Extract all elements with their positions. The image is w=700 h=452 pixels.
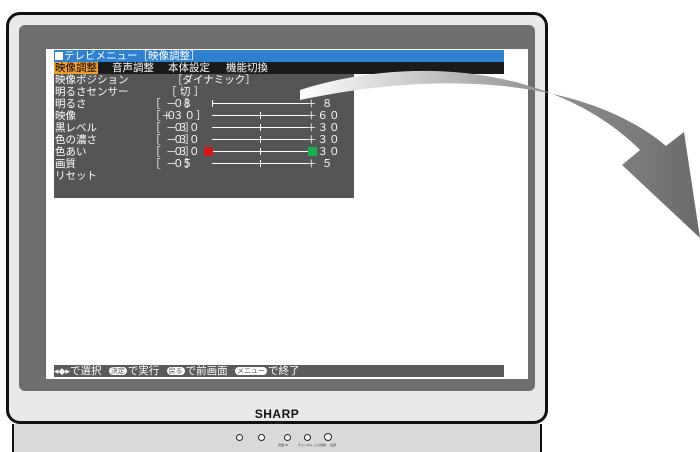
curved-arrow-icon: [300, 70, 700, 238]
